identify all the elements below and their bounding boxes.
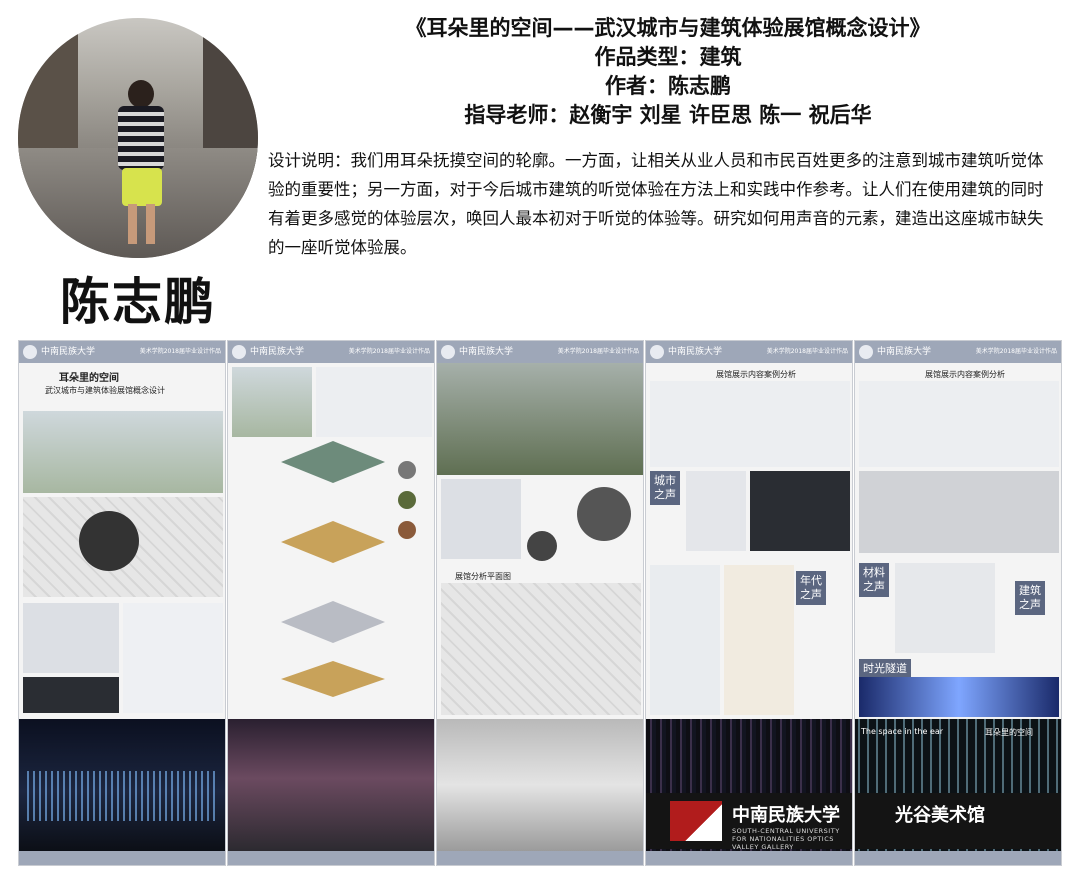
tag-material-sound: 材料 之声 [859, 563, 889, 597]
material-samples [895, 563, 995, 653]
layer-diagram [281, 661, 385, 697]
map-zoom-circle [79, 511, 139, 571]
author-photo [18, 18, 258, 258]
project-title: 《耳朵里的空间——武汉城市与建筑体验展馆概念设计》 [405, 16, 931, 40]
exhibit-photo [750, 471, 850, 551]
university-name: 中南民族大学 [41, 347, 96, 357]
corridor-render [859, 471, 1059, 553]
tag-building-sound: 建筑 之声 [1015, 581, 1045, 615]
board-footer [855, 851, 1061, 865]
university-name: 中南民族大学 [668, 347, 723, 357]
university-logo-icon [859, 345, 873, 359]
waveform-panel [23, 677, 119, 713]
site-sketch [441, 479, 521, 559]
board-3: 中南民族大学 美术学院2018届毕业设计作品 展馆分析平面图 [436, 340, 644, 866]
board-footer [646, 851, 852, 865]
work-category: 作品类型：建筑 [594, 45, 742, 69]
board-header: 中南民族大学 美术学院2018届毕业设计作品 [855, 341, 1061, 363]
board-subtitle: 武汉城市与建筑体验展馆概念设计 [45, 386, 165, 395]
board-footer [228, 851, 434, 865]
gallery-banner: 光谷美术馆 [855, 793, 1061, 849]
layer-diagram [281, 521, 385, 563]
night-render [19, 719, 225, 851]
board-footer [437, 851, 643, 865]
university-logo-icon [232, 345, 246, 359]
interior-render [724, 565, 794, 715]
board-2: 中南民族大学 美术学院2018届毕业设计作品 [227, 340, 435, 866]
year-label: 美术学院2018届毕业设计作品 [766, 348, 848, 355]
case-table [859, 381, 1059, 467]
photo-circle [398, 491, 416, 509]
photo-circle [398, 521, 416, 539]
university-logo-icon [650, 345, 664, 359]
table-title: 展馆展示内容案例分析 [925, 370, 1005, 379]
render-blue-pavilion [23, 411, 223, 493]
advisors-line: 指导老师：赵衡宇 刘星 许臣思 陈一 祝后华 [464, 103, 872, 127]
layer-diagram [281, 601, 385, 643]
tunnel-render [859, 677, 1059, 717]
university-name: 中南民族大学 [250, 347, 305, 357]
board-header: 中南民族大学 美术学院2018届毕业设计作品 [437, 341, 643, 363]
table-title: 展馆展示内容案例分析 [716, 370, 796, 379]
university-logo-icon [23, 345, 37, 359]
plan-title: 展馆分析平面图 [455, 572, 511, 581]
space-caption-cn: 耳朵里的空间 [985, 728, 1033, 737]
photo-person-shirt [118, 106, 164, 170]
banner-gallery: 光谷美术馆 [895, 805, 985, 826]
light-strip [27, 771, 217, 821]
board-header: 中南民族大学 美术学院2018届毕业设计作品 [19, 341, 225, 363]
poster-boards: 中南民族大学 美术学院2018届毕业设计作品 耳朵里的空间 武汉城市与建筑体验展… [18, 340, 1062, 870]
board-1: 中南民族大学 美术学院2018届毕业设计作品 耳朵里的空间 武汉城市与建筑体验展… [18, 340, 226, 866]
board-header: 中南民族大学 美术学院2018届毕业设计作品 [228, 341, 434, 363]
layer-diagram [281, 441, 385, 483]
photo-circle [398, 461, 416, 479]
board-footer [19, 851, 225, 865]
university-logo-icon [441, 345, 455, 359]
author-line: 作者：陈志鹏 [605, 74, 731, 98]
tag-city-sound: 城市 之声 [650, 471, 680, 505]
banner-english: SOUTH-CENTRAL UNIVERSITY FOR NATIONALITI… [732, 827, 840, 851]
year-label: 美术学院2018届毕业设计作品 [139, 348, 221, 355]
interior-render [650, 565, 720, 715]
section-render [437, 719, 643, 851]
year-label: 美术学院2018届毕业设计作品 [975, 348, 1057, 355]
board-header: 中南民族大学 美术学院2018届毕业设计作品 [646, 341, 852, 363]
tag-era-sound: 年代 之声 [796, 571, 826, 605]
sound-diagram [123, 603, 223, 713]
dusk-render [228, 719, 434, 851]
circular-photo [577, 487, 631, 541]
space-caption: The space in the ear [861, 727, 944, 736]
floor-plan [441, 583, 641, 715]
board-5: 中南民族大学 美术学院2018届毕业设计作品 展馆展示内容案例分析 材料 之声 … [854, 340, 1062, 866]
design-description: 设计说明：我们用耳朵抚摸空间的轮廓。一方面，让相关从业人员和市民百姓更多的注意到… [268, 151, 1044, 257]
board-title: 耳朵里的空间 [59, 373, 119, 384]
photo-person-leg [128, 204, 137, 244]
title-block: 《耳朵里的空间——武汉城市与建筑体验展馆概念设计》 作品类型：建筑 作者：陈志鹏… [268, 14, 1068, 130]
photo-person-shorts [122, 168, 162, 206]
photo-person-leg [146, 204, 155, 244]
sound-chart [686, 471, 746, 551]
year-label: 美术学院2018届毕业设计作品 [557, 348, 639, 355]
university-name: 中南民族大学 [459, 347, 514, 357]
circular-photo [527, 531, 557, 561]
text-block [316, 367, 432, 437]
gallery-logo-icon [670, 801, 722, 841]
banner-university: 中南民族大学 [732, 805, 840, 826]
pavilion-render [232, 367, 312, 437]
tag-time-tunnel: 时光隧道 [859, 659, 911, 679]
photo-person-head [128, 80, 154, 108]
year-label: 美术学院2018届毕业设计作品 [348, 348, 430, 355]
aerial-render [437, 363, 643, 475]
gallery-banner: 中南民族大学 SOUTH-CENTRAL UNIVERSITY FOR NATI… [646, 793, 852, 851]
board-4: 中南民族大学 美术学院2018届毕业设计作品 展馆展示内容案例分析 城市 之声 … [645, 340, 853, 866]
case-table [650, 381, 850, 467]
university-name: 中南民族大学 [877, 347, 932, 357]
site-plan [23, 603, 119, 673]
author-name-large: 陈志鹏 [60, 273, 216, 331]
